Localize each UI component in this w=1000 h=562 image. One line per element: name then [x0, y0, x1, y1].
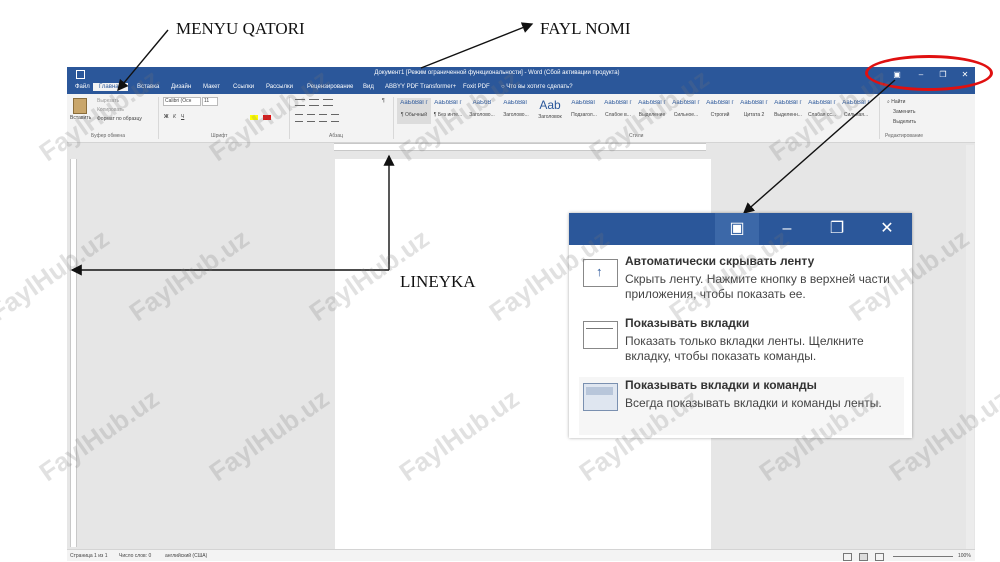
ribbon-options-popup: ▣ – ❐ ✕ ↑ Автоматически скрывать ленту С… — [569, 213, 912, 438]
option-show-tabs[interactable]: Показывать вкладки Показать только вклад… — [579, 315, 904, 373]
minimize-button[interactable]: – — [765, 213, 809, 245]
restore-button[interactable]: ❐ — [815, 213, 859, 245]
close-button[interactable]: ✕ — [865, 213, 909, 245]
popup-title-bar: ▣ – ❐ ✕ — [569, 213, 912, 245]
auto-hide-ribbon-icon: ↑ — [583, 259, 618, 287]
show-tabs-icon — [583, 321, 618, 349]
ribbon-display-options-button[interactable]: ▣ — [715, 213, 759, 245]
option-auto-hide-ribbon[interactable]: ↑ Автоматически скрывать ленту Скрыть ле… — [579, 253, 904, 311]
option-show-tabs-and-commands[interactable]: Показывать вкладки и команды Всегда пока… — [579, 377, 904, 435]
show-tabs-and-commands-icon — [583, 383, 618, 411]
